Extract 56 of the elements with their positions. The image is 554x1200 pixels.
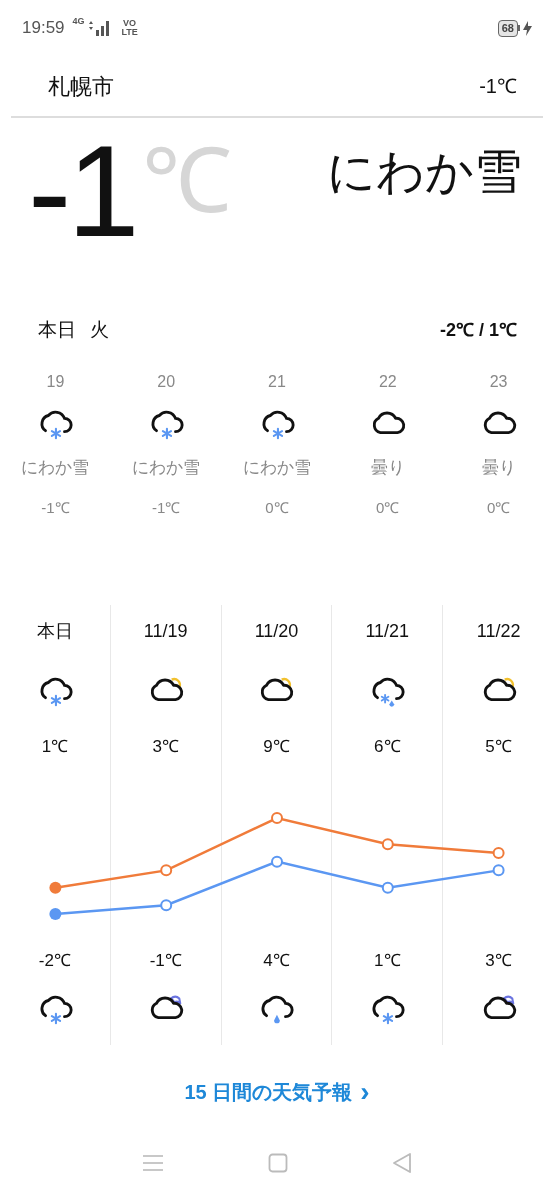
day-label: 本日 [36, 620, 73, 643]
today-label: 本日 [38, 317, 76, 342]
data-point [381, 881, 394, 894]
data-point [160, 864, 173, 877]
city-name: 札幌市 [48, 72, 114, 101]
data-point [492, 864, 505, 877]
forecast-link[interactable]: 15 日間の天気予報 › [184, 1077, 370, 1107]
data-point [160, 899, 173, 912]
data-point [271, 812, 283, 824]
day-label: 11/20 [254, 620, 299, 643]
high-temperature: 1℃ [41, 736, 69, 759]
menu-icon[interactable] [142, 1154, 164, 1172]
day-label: 11/19 [143, 620, 188, 643]
high-temperature: 6℃ [374, 736, 401, 759]
low-temperature: 1℃ [374, 949, 401, 972]
day-label: 11/21 [365, 620, 410, 643]
hour-temperature: -1℃ [152, 498, 181, 518]
volte-label: VO LTE [120, 19, 139, 37]
high-temperature: 5℃ [485, 736, 512, 759]
low-temperature: 3℃ [485, 949, 512, 972]
low-temperature: -2℃ [38, 949, 71, 972]
weekday-label: 火 [90, 317, 109, 342]
hour-label: 21 [268, 372, 286, 392]
temperature-range: -2℃ / 1℃ [439, 318, 517, 342]
hour-condition: 曇り [370, 457, 405, 479]
status-time: 19:59 [22, 17, 65, 40]
home-icon[interactable] [268, 1153, 288, 1173]
current-condition: にわか雪 [327, 144, 522, 200]
back-icon[interactable] [392, 1152, 412, 1174]
hour-label: 22 [378, 372, 397, 392]
current-temperature: -1 [28, 126, 136, 256]
hour-label: 23 [489, 372, 508, 392]
hour-label: 19 [46, 372, 65, 392]
hour-condition: にわか雪 [132, 457, 201, 479]
data-point [49, 908, 62, 920]
data-point [492, 846, 505, 859]
day-label: 11/22 [476, 620, 521, 643]
low-temperature: -1℃ [149, 949, 182, 972]
battery-level: 68 [501, 20, 514, 36]
header-temperature: -1℃ [479, 74, 517, 99]
hour-temperature: -1℃ [41, 498, 70, 518]
temperature-unit: ℃ [141, 130, 232, 233]
hour-condition: にわか雪 [21, 457, 90, 479]
hour-condition: にわか雪 [243, 457, 311, 479]
hour-temperature: 0℃ [486, 498, 511, 518]
hour-temperature: 0℃ [265, 498, 289, 518]
network-label: 4G [72, 17, 85, 27]
data-point [271, 855, 283, 868]
data-point [381, 838, 394, 851]
high-temperature: 9℃ [263, 736, 290, 759]
hour-temperature: 0℃ [376, 498, 400, 518]
hour-label: 20 [157, 372, 176, 392]
data-point [49, 881, 62, 894]
low-temperature: 4℃ [263, 949, 290, 972]
hour-condition: 曇り [481, 457, 516, 479]
high-temperature: 3℃ [152, 736, 179, 759]
